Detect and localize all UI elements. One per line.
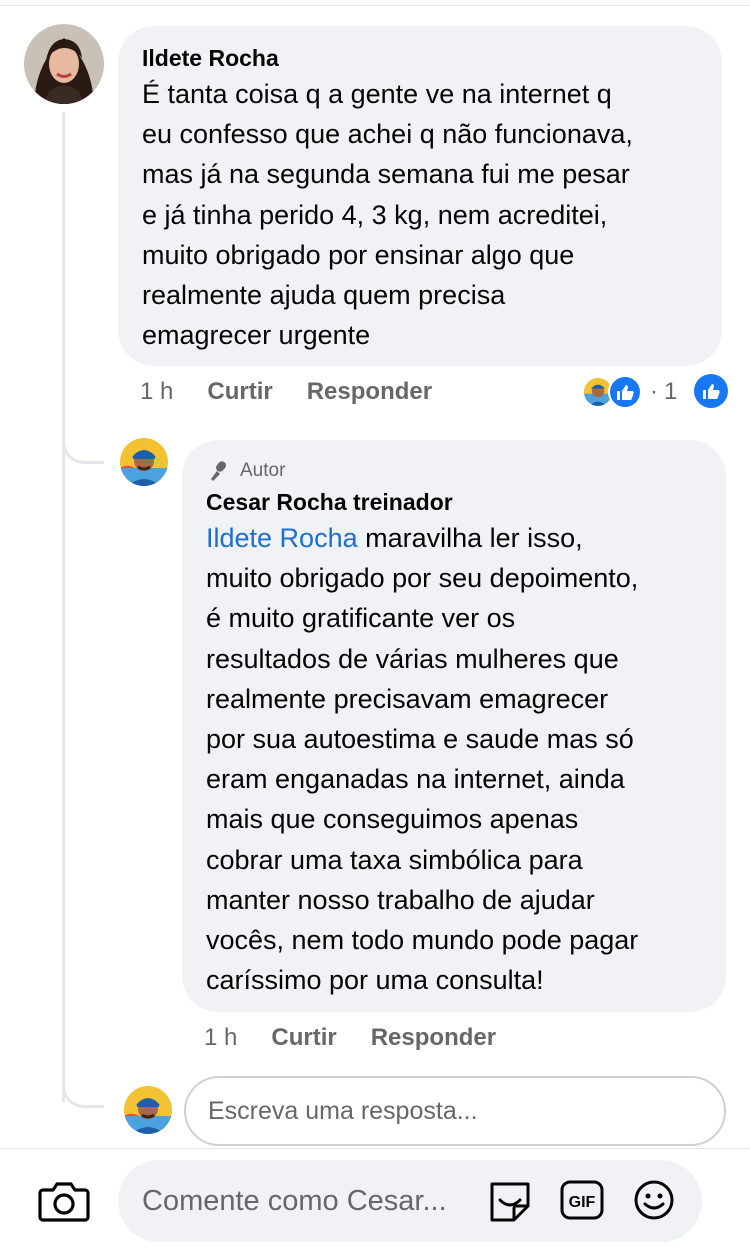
reaction-summary[interactable]: · 1 [582, 374, 677, 410]
current-user-avatar [124, 1086, 172, 1134]
thread-line [62, 112, 65, 1102]
comment-line: muito obrigado por ensinar algo que [142, 239, 575, 270]
comment-line: mas já na segunda semana fui me pesar [142, 159, 630, 190]
reply-line: mais que conseguimos apenas [206, 804, 579, 835]
author-badge: Autor [206, 456, 702, 486]
reaction-separator: · [650, 378, 658, 405]
author-badge-label: Autor [240, 460, 286, 481]
reply-line: cobrar uma taxa simbólica para [206, 844, 583, 875]
composer-divider [0, 1148, 750, 1149]
reply-like-button[interactable]: Curtir [271, 1024, 336, 1052]
comment-composer-placeholder: Comente como Cesar... [142, 1184, 447, 1217]
reply-line: muito obrigado por seu depoimento, [206, 563, 639, 594]
reaction-count: 1 [664, 378, 678, 405]
emoji-icon[interactable] [630, 1176, 678, 1224]
reply-timestamp[interactable]: 1 h [204, 1024, 237, 1052]
reply-line: por sua autoestima e saude mas só [206, 724, 634, 755]
thread-connector-reply [62, 438, 104, 464]
comment-line: eu confesso que achei q não funcionava, [142, 119, 633, 150]
reply-line: manter nosso trabalho de ajudar [206, 884, 595, 915]
reply-bubble: Autor Cesar Rocha treinador Ildete Rocha… [182, 440, 726, 1012]
comment-line: É tanta coisa q a gente ve na internet q [142, 79, 612, 109]
reply-line: eram enganadas na internet, ainda [206, 764, 625, 795]
gif-icon-text: GIF [569, 1194, 596, 1211]
gif-icon[interactable]: GIF [558, 1176, 606, 1224]
thread-connector-input [62, 1082, 104, 1108]
comment-line: emagrecer urgente [142, 320, 371, 351]
comment-author-name[interactable]: Ildete Rocha [142, 42, 698, 74]
like-button[interactable]: Curtir [207, 378, 272, 406]
reply-line: caríssimo por uma consulta! [206, 965, 544, 996]
reply-text: Ildete Rocha maravilha ler isso, muito o… [206, 518, 702, 1000]
author-avatar[interactable] [120, 438, 168, 486]
sticker-icon[interactable] [486, 1176, 534, 1224]
microphone-icon [211, 461, 226, 481]
comment-text: É tanta coisa q a gente ve na internet q… [142, 74, 698, 355]
comment-line: e já tinha perido 4, 3 kg, nem acreditei… [142, 199, 608, 230]
comment-bubble: Ildete Rocha É tanta coisa q a gente ve … [118, 26, 722, 366]
mention-link[interactable]: Ildete Rocha [206, 523, 358, 553]
reply-line: realmente precisavam emagrecer [206, 683, 609, 714]
comment-composer[interactable]: Comente como Cesar... [118, 1160, 702, 1242]
reply-actions: 1 h Curtir Responder [204, 1022, 530, 1054]
liked-indicator-icon[interactable] [694, 374, 728, 408]
reply-line: é muito gratificante ver os [206, 603, 516, 634]
reply-line: Ildete Rocha maravilha ler isso, [206, 518, 702, 558]
reply-line-rest: maravilha ler isso, [357, 523, 583, 553]
comment-actions: 1 h Curtir Responder [140, 376, 466, 408]
reply-button[interactable]: Responder [307, 378, 432, 406]
commenter-avatar[interactable] [24, 24, 104, 104]
reply-line: resultados de várias mulheres que [206, 643, 619, 674]
reply-reply-button[interactable]: Responder [371, 1024, 496, 1052]
comment-line: realmente ajuda quem precisa [142, 280, 506, 311]
reply-author-name[interactable]: Cesar Rocha treinador [206, 486, 702, 518]
reply-input-placeholder: Escreva uma resposta... [208, 1096, 478, 1125]
comment-timestamp[interactable]: 1 h [140, 378, 173, 406]
top-divider [0, 0, 750, 6]
camera-icon[interactable] [38, 1178, 90, 1224]
like-reaction-icon [608, 375, 642, 409]
reply-line: vocês, nem todo mundo pode pagar [206, 925, 639, 956]
reply-input[interactable]: Escreva uma resposta... [184, 1076, 726, 1146]
